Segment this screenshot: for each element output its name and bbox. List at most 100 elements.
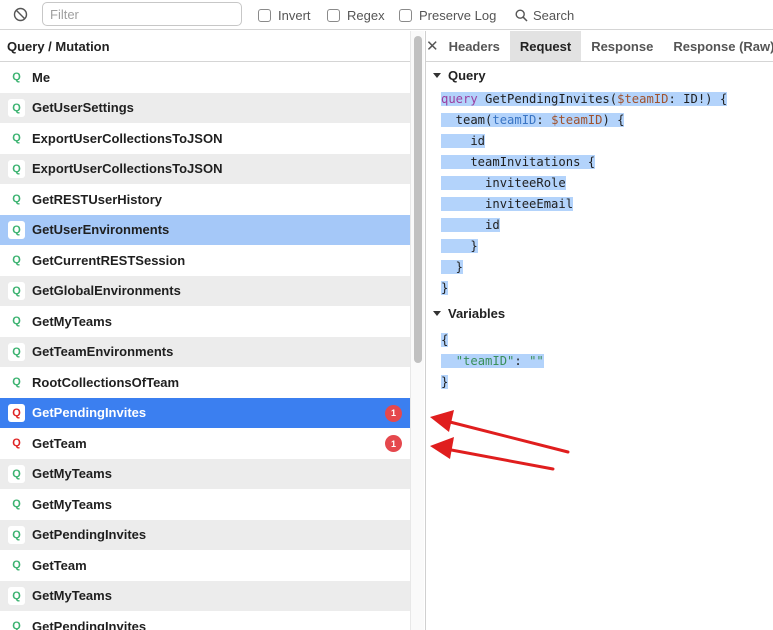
request-list-panel: Query / Mutation Q Me Q GetUserSettings Q Exp… bbox=[0, 31, 410, 630]
regex-checkbox[interactable]: Regex bbox=[327, 6, 385, 24]
query-type-icon: Q bbox=[8, 586, 25, 605]
list-item[interactable]: Q GetTeam 1 bbox=[0, 428, 410, 459]
list-item[interactable]: Q RootCollectionsOfTeam bbox=[0, 367, 410, 398]
list-item-label: GetPendingInvites bbox=[32, 618, 147, 630]
variables-section-header[interactable]: Variables bbox=[426, 302, 773, 324]
list-item[interactable]: Q GetMyTeams bbox=[0, 489, 410, 520]
toolbar: Invert Regex Preserve Log Search bbox=[0, 0, 773, 30]
list-item[interactable]: Q GetMyTeams bbox=[0, 580, 410, 611]
list-item[interactable]: Q GetTeam bbox=[0, 550, 410, 581]
list-item[interactable]: Q GetMyTeams bbox=[0, 458, 410, 489]
request-list: Q Me Q GetUserSettings Q ExportUserCollection… bbox=[0, 62, 410, 630]
code-token: teamID bbox=[492, 113, 537, 127]
code-token: } bbox=[441, 281, 449, 295]
checkbox-box[interactable] bbox=[399, 8, 412, 22]
list-item[interactable]: Q GetUserSettings bbox=[0, 92, 410, 123]
code-token: : ID!) { bbox=[668, 92, 728, 106]
preserve-log-checkbox[interactable]: Preserve Log bbox=[399, 6, 496, 24]
tab-headers[interactable]: Headers bbox=[439, 31, 510, 61]
caret-down-icon[interactable] bbox=[433, 310, 441, 316]
code-token: } bbox=[441, 375, 449, 389]
list-item[interactable]: Q GetPendingInvites bbox=[0, 611, 410, 630]
code-line: query GetPendingInvites($teamID: ID!) { bbox=[441, 89, 773, 110]
invert-checkbox[interactable]: Invert bbox=[258, 6, 311, 24]
list-item[interactable]: Q Me bbox=[0, 62, 410, 93]
selection-highlight: team(teamID: $teamID) { bbox=[441, 113, 625, 127]
tab-request[interactable]: Request bbox=[509, 31, 582, 61]
invert-label: Invert bbox=[278, 7, 311, 23]
query-type-icon: Q bbox=[8, 434, 25, 453]
code-token: "teamID" bbox=[455, 354, 515, 368]
list-item[interactable]: Q GetPendingInvites bbox=[0, 519, 410, 550]
list-item-label: GetTeam bbox=[32, 435, 87, 451]
list-item-label: GetUserSettings bbox=[32, 100, 134, 116]
list-item-label: GetTeam bbox=[32, 557, 87, 573]
list-item[interactable]: Q GetMyTeams bbox=[0, 306, 410, 337]
list-item-label: GetMyTeams bbox=[32, 313, 112, 329]
filter-input[interactable] bbox=[42, 2, 242, 26]
code-token: team( bbox=[441, 113, 493, 127]
code-line: { bbox=[441, 330, 773, 351]
code-token: $teamID bbox=[551, 113, 603, 127]
caret-down-icon[interactable] bbox=[433, 72, 441, 78]
code-token: ) { bbox=[602, 113, 625, 127]
list-scrollbar[interactable] bbox=[410, 31, 424, 630]
query-type-icon: Q bbox=[8, 312, 25, 331]
list-item[interactable]: Q GetCurrentRESTSession bbox=[0, 245, 410, 276]
selection-highlight: } bbox=[441, 239, 478, 253]
query-code[interactable]: query GetPendingInvites($teamID: ID!) { … bbox=[426, 89, 773, 299]
selection-highlight: id bbox=[441, 134, 486, 148]
query-type-icon: Q bbox=[8, 98, 25, 117]
tab-response-raw[interactable]: Response (Raw) bbox=[663, 31, 773, 61]
list-item-label: RootCollectionsOfTeam bbox=[32, 374, 180, 390]
scroll-thumb[interactable] bbox=[414, 36, 422, 363]
search-label: Search bbox=[533, 7, 575, 23]
selection-highlight: { bbox=[441, 333, 449, 347]
clear-icon[interactable] bbox=[13, 7, 28, 22]
list-item[interactable]: Q ExportUserCollectionsToJSON bbox=[0, 153, 410, 184]
query-type-icon: Q bbox=[8, 251, 25, 270]
list-item-label: GetUserEnvironments bbox=[32, 222, 170, 238]
list-item[interactable]: Q GetUserEnvironments bbox=[0, 214, 410, 245]
selection-highlight: } bbox=[441, 281, 449, 295]
list-item[interactable]: Q GetTeamEnvironments bbox=[0, 336, 410, 367]
selection-highlight: inviteeEmail bbox=[441, 197, 574, 211]
variables-code[interactable]: { "teamID": ""} bbox=[426, 330, 773, 393]
list-item[interactable]: Q ExportUserCollectionsToJSON bbox=[0, 123, 410, 154]
code-token: inviteeRole bbox=[441, 176, 566, 190]
code-token: inviteeEmail bbox=[441, 197, 574, 211]
code-token: id bbox=[441, 218, 500, 232]
query-section-label: Query bbox=[448, 67, 486, 83]
query-section-header[interactable]: Query bbox=[426, 64, 773, 86]
detail-tabs: ✕ Headers Request Response Response (Raw) bbox=[426, 31, 773, 62]
query-type-icon: Q bbox=[8, 373, 25, 392]
list-item[interactable]: Q GetRESTUserHistory bbox=[0, 184, 410, 215]
list-item-label: ExportUserCollectionsToJSON bbox=[32, 130, 223, 146]
close-icon[interactable]: ✕ bbox=[426, 31, 439, 61]
variables-section-label: Variables bbox=[448, 305, 506, 321]
checkbox-box[interactable] bbox=[327, 8, 340, 22]
list-item-label: GetMyTeams bbox=[32, 588, 112, 604]
query-type-icon: Q bbox=[8, 129, 25, 148]
query-type-icon: Q bbox=[8, 617, 25, 630]
query-type-icon: Q bbox=[8, 281, 25, 300]
list-item-label: Me bbox=[32, 69, 51, 85]
code-token: GetPendingInvites( bbox=[477, 92, 618, 106]
search-button[interactable]: Search bbox=[515, 6, 574, 24]
code-line: team(teamID: $teamID) { bbox=[441, 110, 773, 131]
code-token: teamInvitations { bbox=[441, 155, 596, 169]
list-item[interactable]: Q GetGlobalEnvironments bbox=[0, 275, 410, 306]
checkbox-box[interactable] bbox=[258, 8, 271, 22]
tab-response[interactable]: Response bbox=[581, 31, 663, 61]
selection-highlight: inviteeRole bbox=[441, 176, 566, 190]
code-token: query bbox=[441, 92, 478, 106]
selection-highlight: } bbox=[441, 260, 464, 274]
code-line: } bbox=[441, 372, 773, 393]
query-type-icon: Q bbox=[8, 159, 25, 178]
error-count-badge: 1 bbox=[385, 435, 402, 452]
list-item[interactable]: Q GetPendingInvites 1 bbox=[0, 397, 410, 428]
selection-highlight: id bbox=[441, 218, 500, 232]
selection-highlight: teamInvitations { bbox=[441, 155, 596, 169]
code-token: "" bbox=[529, 354, 544, 368]
